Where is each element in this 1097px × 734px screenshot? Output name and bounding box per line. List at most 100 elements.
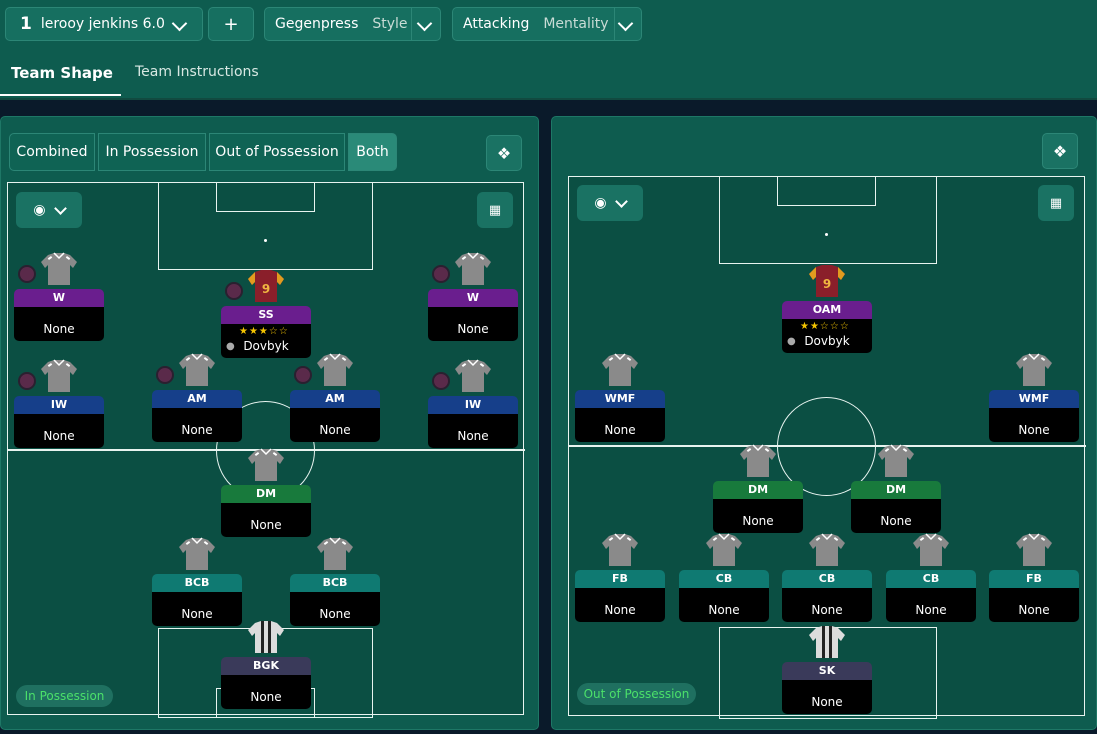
view-mode-both[interactable]: Both [348,133,397,171]
position-card-sk[interactable]: SK None [782,662,872,714]
position-player-slot: None [221,675,311,709]
player-name: None [604,423,636,437]
position-role-label: DM [713,481,803,499]
position-role-label: BGK [221,657,311,675]
add-tactic-button[interactable]: + [208,7,254,41]
style-selector[interactable]: Gegenpress Style [264,7,441,41]
player-shirt-icon [247,448,285,482]
rotate-pitch-icon: ❖ [1052,141,1068,161]
rotate-pitch-button[interactable]: ❖ [486,135,522,171]
position-player-slot: None [782,588,872,622]
player-shirt-icon [912,533,950,567]
position-card-ss[interactable]: SS ★★★☆☆ ● Dovbyk [221,306,311,358]
goal-area-top [216,182,315,212]
position-player-slot: None [989,588,1079,622]
position-role-label: IW [428,396,518,414]
tab-team-shape[interactable]: Team Shape [11,64,113,82]
star-rating: ★★☆☆☆ [800,321,850,332]
position-card-am[interactable]: AM None [290,390,380,442]
mentality-selector[interactable]: Attacking Mentality [452,7,642,41]
header-divider [0,98,1097,100]
player-shirt-icon: 9 [808,264,846,298]
position-player-slot: None [428,307,518,341]
position-player-slot: ★★★☆☆ ● Dovbyk [221,324,311,358]
player-name: None [742,514,774,528]
mode-label: Out of Possession [577,683,696,705]
position-role-label: DM [851,481,941,499]
position-card-dm[interactable]: DM None [221,485,311,537]
star-rating: ★★★☆☆ [239,326,289,337]
position-card-w[interactable]: W None [14,289,104,341]
position-card-fb[interactable]: FB None [989,570,1079,622]
player-name: None [250,690,282,704]
position-card-iw[interactable]: IW None [14,396,104,448]
position-role-label: DM [221,485,311,503]
position-card-bcb[interactable]: BCB None [152,574,242,626]
position-role-label: W [14,289,104,307]
player-shirt-icon [40,359,78,393]
tactic-selector[interactable]: 1 lerooy jenkins 6.0 [5,7,203,41]
position-card-w[interactable]: W None [428,289,518,341]
player-name: None [811,603,843,617]
player-shirt-icon [316,353,354,387]
position-player-slot: None [713,499,803,533]
role-duty-badge-icon [294,366,312,384]
view-mode-combined[interactable]: Combined [9,133,95,171]
position-role-label: SK [782,662,872,680]
position-player-slot: None [575,588,665,622]
player-name: None [319,607,351,621]
position-card-oam[interactable]: OAM ★★☆☆☆ ● Dovbyk [782,301,872,353]
role-duty-badge-icon [432,265,450,283]
player-name: None [43,429,75,443]
position-card-fb[interactable]: FB None [575,570,665,622]
tab-team-instructions[interactable]: Team Instructions [135,64,259,80]
visibility-toggle[interactable]: ◉ [16,192,82,228]
penalty-spot [825,233,828,236]
visibility-toggle[interactable]: ◉ [577,185,643,221]
position-role-label: CB [679,570,769,588]
position-card-cb[interactable]: CB None [679,570,769,622]
player-shirt-icon [705,533,743,567]
position-card-cb[interactable]: CB None [782,570,872,622]
player-name: None [181,607,213,621]
position-role-label: W [428,289,518,307]
tactic-name: lerooy jenkins 6.0 [40,16,165,32]
style-label: Style [372,16,408,32]
position-card-dm[interactable]: DM None [851,481,941,533]
player-shirt-icon [40,252,78,286]
position-card-dm[interactable]: DM None [713,481,803,533]
role-duty-badge-icon [432,372,450,390]
view-mode-in-possession[interactable]: In Possession [98,133,206,171]
in-possession-panel: Combined In Possession Out of Possession… [0,116,539,730]
goalkeeper-shirt-icon [808,625,846,659]
position-player-slot: None [851,499,941,533]
rotate-pitch-icon: ❖ [496,143,512,163]
position-card-wmf[interactable]: WMF None [989,390,1079,442]
position-player-slot: None [152,592,242,626]
position-role-label: FB [989,570,1079,588]
position-card-cb[interactable]: CB None [886,570,976,622]
layout-grid-button[interactable]: ▦ [477,192,513,228]
position-role-label: BCB [290,574,380,592]
role-duty-badge-icon [18,265,36,283]
role-duty-badge-icon [156,366,174,384]
view-mode-out-of-possession[interactable]: Out of Possession [209,133,345,171]
rotate-pitch-button[interactable]: ❖ [1042,133,1078,169]
player-shirt-icon [877,444,915,478]
goalkeeper-shirt-icon [247,620,285,654]
layout-grid-button[interactable]: ▦ [1038,185,1074,221]
role-duty-badge-icon [225,282,243,300]
player-name: Dovbyk [804,334,850,348]
eye-icon: ◉ [33,202,46,218]
position-card-am[interactable]: AM None [152,390,242,442]
position-card-iw[interactable]: IW None [428,396,518,448]
chevron-down-icon [416,15,433,32]
grid-icon: ▦ [1049,195,1063,211]
chevron-down-icon [617,15,634,32]
position-card-bgk[interactable]: BGK None [221,657,311,709]
player-name: None [915,603,947,617]
player-shirt-icon [601,533,639,567]
position-card-wmf[interactable]: WMF None [575,390,665,442]
mentality-label: Mentality [543,16,609,32]
position-card-bcb[interactable]: BCB None [290,574,380,626]
